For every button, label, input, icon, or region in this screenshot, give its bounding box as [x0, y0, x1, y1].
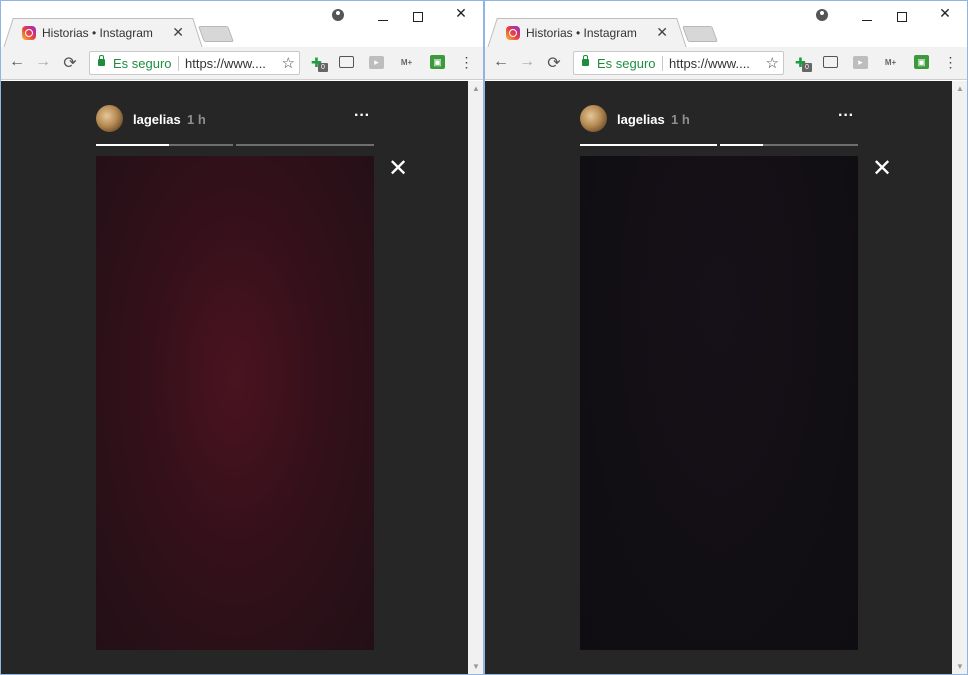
browser-toolbar: ← → ⟳ Es seguro https://www.... ☆ ✚ 0 ▸ M…	[1, 47, 483, 80]
reload-button[interactable]: ⟳	[60, 53, 80, 73]
minimize-button[interactable]	[857, 5, 877, 21]
instagram-favicon-icon	[22, 26, 36, 40]
browser-toolbar: ← → ⟳ Es seguro https://www.... ☆ ✚ 0 ▸ M…	[485, 47, 967, 80]
progress-fill	[580, 144, 717, 146]
green-extension-icon[interactable]: ▣	[914, 55, 929, 69]
maximize-button[interactable]	[892, 5, 912, 22]
back-button[interactable]: ←	[491, 53, 511, 71]
lock-icon	[582, 55, 589, 66]
minimize-button[interactable]	[373, 5, 393, 21]
story-media[interactable]	[96, 156, 374, 650]
instagram-favicon-icon	[506, 26, 520, 40]
avatar[interactable]	[96, 105, 123, 132]
tab-title: Historias • Instagram	[42, 26, 153, 40]
story-close-icon[interactable]: ✕	[388, 157, 408, 181]
scrollbar[interactable]: ▲ ▼	[952, 81, 967, 674]
scroll-down-arrow-icon[interactable]: ▼	[472, 662, 480, 671]
avatar[interactable]	[580, 105, 607, 132]
mplus-extension-icon[interactable]: M+	[883, 55, 898, 70]
mplus-extension-icon[interactable]: M+	[399, 55, 414, 70]
story-viewer: lagelias 1 h ··· ✕	[485, 81, 953, 674]
media-extension-icon[interactable]: ▸	[369, 56, 384, 69]
browser-window-left: Historias • Instagram ✕ ✕ ← → ⟳ Es segur…	[0, 0, 484, 675]
story-header: lagelias 1 h ···	[580, 105, 858, 135]
back-button[interactable]: ←	[7, 53, 27, 71]
progress-segment	[580, 144, 717, 146]
scrollbar[interactable]: ▲ ▼	[468, 81, 483, 674]
browser-tab[interactable]: Historias • Instagram ✕	[13, 18, 193, 47]
address-bar[interactable]: Es seguro https://www.... ☆	[89, 51, 300, 75]
window-close-button[interactable]: ✕	[451, 5, 471, 22]
forward-button[interactable]: →	[33, 53, 53, 71]
browser-window-right: Historias • Instagram ✕ ✕ ← → ⟳ Es segur…	[484, 0, 968, 675]
media-extension-icon[interactable]: ▸	[853, 56, 868, 69]
scroll-up-arrow-icon[interactable]: ▲	[472, 84, 480, 93]
story-viewer: lagelias 1 h ··· ✕	[1, 81, 469, 674]
cast-icon[interactable]	[823, 56, 838, 68]
browser-tab[interactable]: Historias • Instagram ✕	[497, 18, 677, 47]
url-text[interactable]: https://www....	[669, 56, 750, 71]
story-progress	[96, 144, 374, 146]
omnibox-divider	[662, 56, 663, 71]
progress-segment	[720, 144, 858, 146]
story-progress	[580, 144, 858, 146]
new-tab-button[interactable]	[198, 26, 234, 42]
secure-label[interactable]: Es seguro	[597, 56, 656, 71]
reload-button[interactable]: ⟳	[544, 53, 564, 73]
extension-badge: 0	[318, 63, 328, 72]
scroll-down-arrow-icon[interactable]: ▼	[956, 662, 964, 671]
title-bar: Historias • Instagram ✕ ✕	[1, 1, 483, 47]
profile-icon[interactable]	[328, 5, 348, 21]
extension-puzzle-icon[interactable]: ✚ 0	[793, 55, 812, 72]
progress-fill	[96, 144, 169, 146]
tab-close-icon[interactable]: ✕	[172, 24, 184, 41]
tab-close-icon[interactable]: ✕	[656, 24, 668, 41]
extension-puzzle-icon[interactable]: ✚ 0	[309, 55, 328, 72]
extension-badge: 0	[802, 63, 812, 72]
browser-menu-icon[interactable]: ⋮	[459, 55, 474, 70]
story-time: 1 h	[187, 112, 206, 127]
story-time: 1 h	[671, 112, 690, 127]
progress-segment	[96, 144, 233, 146]
scroll-up-arrow-icon[interactable]: ▲	[956, 84, 964, 93]
lock-icon	[98, 55, 105, 66]
url-text[interactable]: https://www....	[185, 56, 266, 71]
progress-segment	[236, 144, 374, 146]
omnibox-divider	[178, 56, 179, 71]
window-close-button[interactable]: ✕	[935, 5, 955, 22]
tab-title: Historias • Instagram	[526, 26, 637, 40]
story-media[interactable]	[580, 156, 858, 650]
green-extension-icon[interactable]: ▣	[430, 55, 445, 69]
story-close-icon[interactable]: ✕	[872, 157, 892, 181]
forward-button[interactable]: →	[517, 53, 537, 71]
more-options-icon[interactable]: ···	[354, 107, 370, 125]
new-tab-button[interactable]	[682, 26, 718, 42]
story-header: lagelias 1 h ···	[96, 105, 374, 135]
browser-menu-icon[interactable]: ⋮	[943, 55, 958, 70]
bookmark-star-icon[interactable]: ☆	[282, 54, 295, 72]
secure-label[interactable]: Es seguro	[113, 56, 172, 71]
story-username[interactable]: lagelias	[133, 112, 181, 127]
maximize-button[interactable]	[408, 5, 428, 22]
bookmark-star-icon[interactable]: ☆	[766, 54, 779, 72]
cast-icon[interactable]	[339, 56, 354, 68]
title-bar: Historias • Instagram ✕ ✕	[485, 1, 967, 47]
address-bar[interactable]: Es seguro https://www.... ☆	[573, 51, 784, 75]
progress-fill	[720, 144, 763, 146]
story-username[interactable]: lagelias	[617, 112, 665, 127]
more-options-icon[interactable]: ···	[838, 107, 854, 125]
profile-icon[interactable]	[812, 5, 832, 21]
